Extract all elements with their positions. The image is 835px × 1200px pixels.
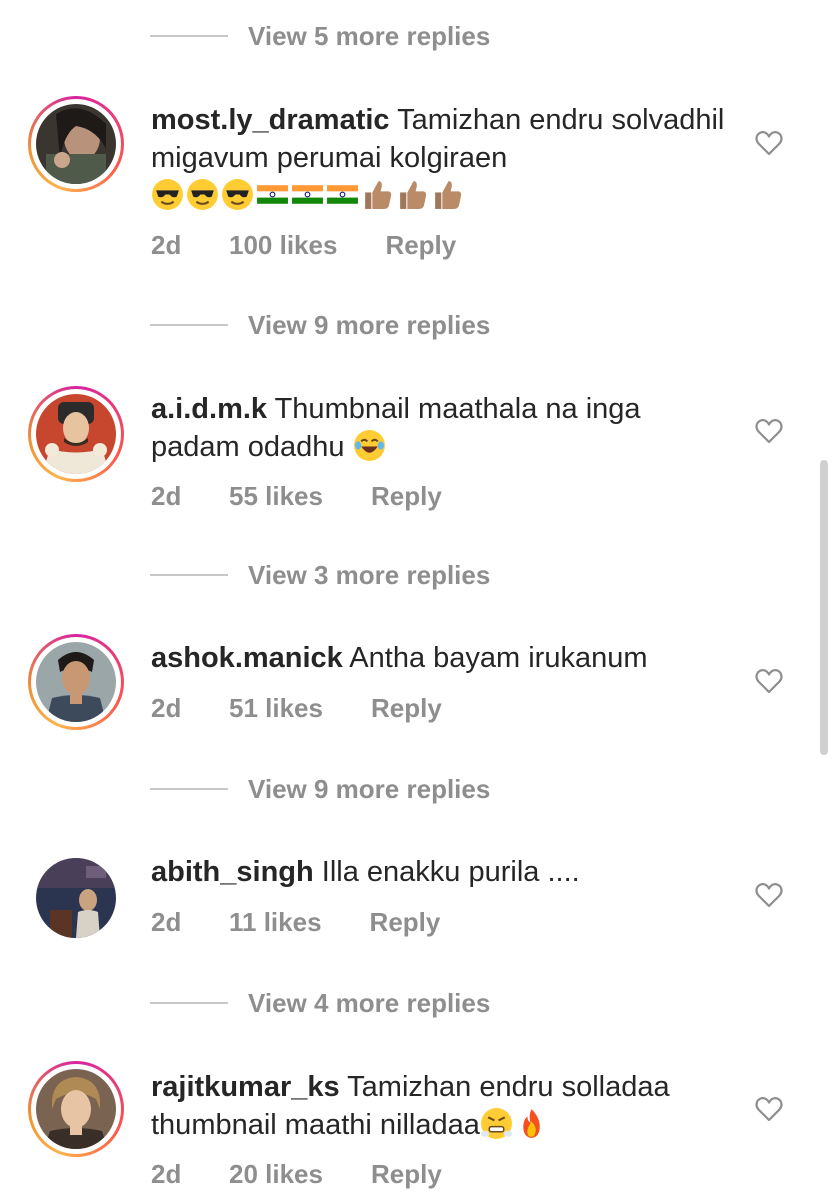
view-more-replies-label: View 4 more replies <box>248 987 491 1018</box>
sunglasses-emoji <box>151 178 184 211</box>
comment-likes[interactable]: 100 likes <box>229 230 337 261</box>
avatar[interactable] <box>28 634 124 730</box>
comment-username[interactable]: a.i.d.m.k <box>151 393 267 425</box>
india-flag-emoji <box>256 178 289 211</box>
view-more-replies-label: View 9 more replies <box>248 773 491 804</box>
comment-time: 2d <box>151 481 182 511</box>
divider-line <box>150 35 228 37</box>
reply-button[interactable]: Reply <box>371 481 442 512</box>
view-more-replies-3[interactable]: View 3 more replies <box>150 555 490 595</box>
comment-time: 2d <box>151 907 182 937</box>
comment-body: Illa enakku purila .... <box>321 856 580 888</box>
avatar[interactable] <box>28 850 124 946</box>
thumbs-up-emoji <box>361 178 394 211</box>
india-flag-emoji <box>326 178 359 211</box>
sunglasses-emoji <box>221 178 254 211</box>
avatar[interactable] <box>28 1061 124 1157</box>
heart-outline-icon[interactable] <box>755 418 783 444</box>
comment-text: abith_singh Illa enakku purila .... <box>151 853 731 891</box>
heart-outline-icon[interactable] <box>755 882 783 908</box>
comment-username[interactable]: most.ly_dramatic <box>151 104 390 136</box>
comment-username[interactable]: ashok.manick <box>151 642 343 674</box>
heart-outline-icon[interactable] <box>755 1096 783 1122</box>
comment-likes[interactable]: 55 likes <box>229 481 323 512</box>
view-more-replies-label: View 9 more replies <box>248 309 491 340</box>
reply-button[interactable]: Reply <box>371 1159 442 1190</box>
emoji-line <box>151 178 466 212</box>
divider-line <box>150 788 228 790</box>
comment-time: 2d <box>151 230 182 260</box>
scrollbar[interactable] <box>820 460 828 755</box>
comment-meta: 2d 20 likes Reply <box>151 1159 442 1190</box>
comment-likes[interactable]: 20 likes <box>229 1159 323 1190</box>
comment-username[interactable]: abith_singh <box>151 856 314 888</box>
comment-time: 2d <box>151 1159 182 1189</box>
fire-emoji <box>515 1107 548 1140</box>
heart-outline-icon[interactable] <box>755 130 783 156</box>
laughing-tears-emoji <box>353 429 386 462</box>
reply-button[interactable]: Reply <box>385 230 456 261</box>
comment-likes[interactable]: 11 likes <box>229 907 322 938</box>
comment-meta: 2d 51 likes Reply <box>151 693 442 724</box>
comment-text: ashok.manick Antha bayam irukanum <box>151 639 731 677</box>
divider-line <box>150 574 228 576</box>
sunglasses-emoji <box>186 178 219 211</box>
india-flag-emoji <box>291 178 324 211</box>
view-more-replies-4[interactable]: View 9 more replies <box>150 769 490 809</box>
comment-meta: 2d 55 likes Reply <box>151 481 442 512</box>
comment-meta: 2d 11 likes Reply <box>151 907 440 938</box>
comment-body: Antha bayam irukanum <box>349 642 648 674</box>
heart-outline-icon[interactable] <box>755 668 783 694</box>
thumbs-up-emoji <box>396 178 429 211</box>
view-more-replies-label: View 3 more replies <box>248 559 491 590</box>
steam-from-nose-emoji <box>480 1107 513 1140</box>
comment-text: a.i.d.m.k Thumbnail maathala na inga pad… <box>151 390 731 466</box>
comment-username[interactable]: rajitkumar_ks <box>151 1071 340 1103</box>
reply-button[interactable]: Reply <box>371 693 442 724</box>
view-more-replies-2[interactable]: View 9 more replies <box>150 305 490 345</box>
comment-text: rajitkumar_ks Tamizhan endru solladaa th… <box>151 1068 731 1144</box>
avatar[interactable] <box>28 386 124 482</box>
thumbs-up-emoji <box>431 178 464 211</box>
reply-button[interactable]: Reply <box>370 907 441 938</box>
divider-line <box>150 324 228 326</box>
divider-line <box>150 1002 228 1004</box>
comment-likes[interactable]: 51 likes <box>229 693 323 724</box>
view-more-replies-1[interactable]: View 5 more replies <box>150 16 490 56</box>
comment-text: most.ly_dramatic Tamizhan endru solvadhi… <box>151 101 731 215</box>
comment-meta: 2d 100 likes Reply <box>151 230 456 261</box>
avatar[interactable] <box>28 96 124 192</box>
view-more-replies-label: View 5 more replies <box>248 20 491 51</box>
view-more-replies-5[interactable]: View 4 more replies <box>150 983 490 1023</box>
comment-time: 2d <box>151 693 182 723</box>
